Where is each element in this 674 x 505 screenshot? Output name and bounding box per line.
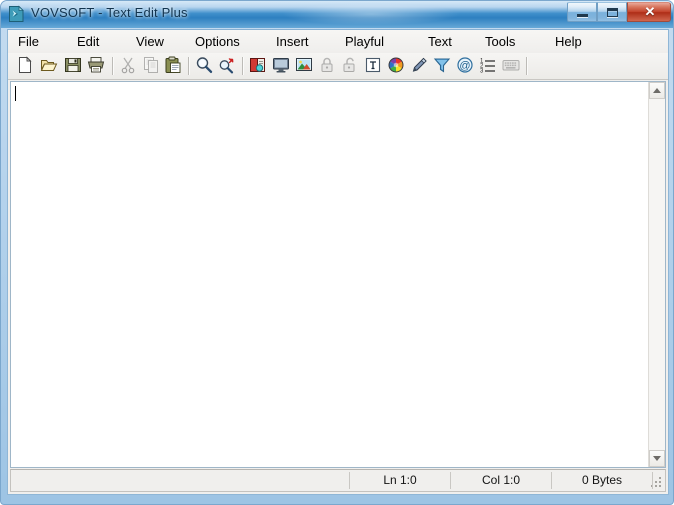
grip-dot <box>659 485 661 487</box>
replace-icon[interactable] <box>218 56 239 77</box>
text-box-icon[interactable] <box>364 56 385 77</box>
numbered-list-icon[interactable]: 1 2 3 <box>479 56 500 77</box>
menu-item-tools[interactable]: Tools <box>481 33 519 50</box>
status-divider <box>652 472 653 489</box>
titlebar-glow <box>281 3 461 25</box>
lock-open-icon <box>341 56 362 77</box>
new-file-icon[interactable] <box>16 56 37 77</box>
dictionary-icon[interactable] <box>249 56 270 77</box>
chevron-up-icon <box>653 88 661 93</box>
scroll-up-button[interactable] <box>649 82 665 99</box>
copy-icon <box>142 56 163 77</box>
chevron-down-icon <box>653 456 661 461</box>
filter-icon[interactable] <box>433 56 454 77</box>
menu-item-insert[interactable]: Insert <box>272 33 313 50</box>
svg-text:@: @ <box>459 60 470 72</box>
grip-dot <box>659 477 661 479</box>
minimize-button[interactable] <box>567 2 597 22</box>
toolbar-separator <box>526 57 528 75</box>
line-indicator: Ln 1:0 <box>350 470 450 491</box>
cut-icon <box>119 56 140 77</box>
menu-item-file[interactable]: File <box>14 33 43 50</box>
menu-item-edit[interactable]: Edit <box>73 33 103 50</box>
maximize-icon <box>607 8 618 17</box>
menu-bar: File Edit View Options Insert Playful Text Tool… <box>8 30 668 54</box>
svg-text:3: 3 <box>480 69 484 75</box>
minimize-icon <box>577 14 588 17</box>
keyboard-icon <box>502 56 523 77</box>
text-caret <box>15 86 16 101</box>
print-icon[interactable] <box>87 56 108 77</box>
at-sign-icon[interactable]: @ <box>456 56 477 77</box>
maximize-button[interactable] <box>597 2 627 22</box>
application-window: VOVSOFT - Text Edit Plus ✕ File Edit View O… <box>0 0 674 505</box>
document-icon <box>8 5 25 23</box>
lock-closed-icon <box>318 56 339 77</box>
close-icon: ✕ <box>628 3 672 21</box>
size-indicator: 0 Bytes <box>552 470 652 491</box>
status-bar: Ln 1:0Col 1:00 Bytes <box>10 469 666 492</box>
menu-item-playful[interactable]: Playful <box>341 33 388 50</box>
scroll-down-button[interactable] <box>649 450 665 467</box>
menu-item-view[interactable]: View <box>132 33 168 50</box>
scrollbar-track[interactable] <box>649 99 665 450</box>
window-title: VOVSOFT - Text Edit Plus <box>31 5 188 20</box>
close-button[interactable]: ✕ <box>627 2 671 22</box>
client-area: File Edit View Options Insert Playful Text Tool… <box>7 29 669 495</box>
grip-dot <box>655 481 657 483</box>
grip-dot <box>655 485 657 487</box>
toolbar-separator <box>112 57 114 75</box>
text-editor-area[interactable] <box>11 82 648 467</box>
status-message <box>13 470 349 491</box>
menu-item-help[interactable]: Help <box>551 33 586 50</box>
open-folder-icon[interactable] <box>40 56 61 77</box>
find-icon[interactable] <box>195 56 216 77</box>
toolbar: @ 1 2 3 <box>8 53 668 80</box>
toolbar-separator <box>188 57 190 75</box>
paste-icon[interactable] <box>164 56 185 77</box>
save-icon[interactable] <box>64 56 85 77</box>
menu-item-text[interactable]: Text <box>424 33 456 50</box>
column-indicator: Col 1:0 <box>451 470 551 491</box>
color-wheel-icon[interactable] <box>387 56 408 77</box>
title-bar[interactable]: VOVSOFT - Text Edit Plus ✕ <box>1 1 674 28</box>
toolbar-separator <box>242 57 244 75</box>
vertical-scrollbar[interactable] <box>648 82 665 467</box>
monitor-icon[interactable] <box>272 56 293 77</box>
grip-dot <box>659 481 661 483</box>
pen-icon[interactable] <box>410 56 431 77</box>
menu-item-options[interactable]: Options <box>191 33 244 50</box>
editor-panel <box>10 81 666 468</box>
image-icon[interactable] <box>295 56 316 77</box>
